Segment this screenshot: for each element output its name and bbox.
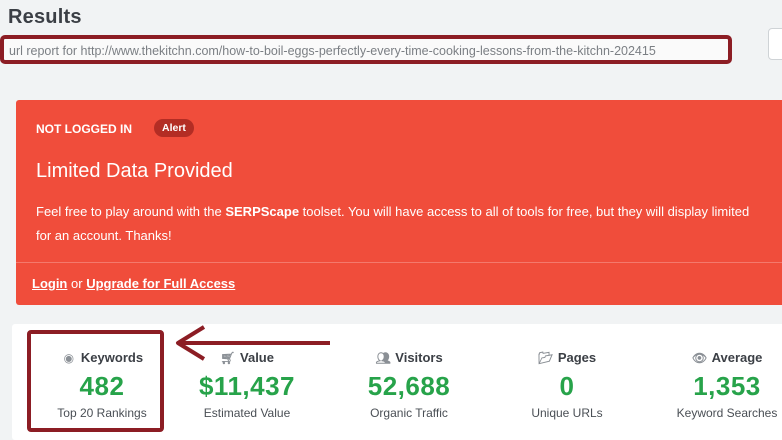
stat-value: 1,353 [693, 371, 761, 401]
or-text: or [71, 276, 83, 291]
upgrade-link[interactable]: Upgrade for Full Access [86, 276, 235, 291]
alert-heading: NOT LOGGED IN [36, 122, 132, 136]
stat-label: Pages [557, 350, 597, 365]
not-logged-in-alert: NOT LOGGED IN Alert Limited Data Provide… [16, 100, 782, 305]
url-report-highlight: url report for http://www.thekitchn.com/… [0, 35, 732, 64]
login-link[interactable]: Login [32, 276, 67, 291]
alert-links: Login or Upgrade for Full Access [32, 276, 235, 291]
stat-visitors[interactable]: 👥︎ Visitors 52,688 Organic Traffic [344, 324, 474, 420]
folder-icon: 📂︎ [538, 351, 554, 365]
alert-badge: Alert [154, 119, 194, 137]
stat-label: Visitors [395, 350, 443, 365]
alert-title: Limited Data Provided [36, 160, 233, 182]
side-button[interactable] [768, 28, 782, 60]
arrow-annotation-icon [176, 325, 330, 361]
users-icon: 👥︎ [375, 351, 391, 365]
stat-label: Average [711, 350, 763, 365]
alert-description: Feel free to play around with the SERPSc… [36, 200, 782, 248]
stat-sub: Unique URLs [531, 406, 603, 420]
stat-pages[interactable]: 📂︎ Pages 0 Unique URLs [502, 324, 632, 420]
url-report-text: url report for http://www.thekitchn.com/… [9, 44, 656, 58]
stat-sub: Organic Traffic [370, 406, 448, 420]
stat-value: 0 [559, 371, 575, 401]
alert-desc-text-2: toolset. You will have access to all of … [299, 204, 750, 219]
stat-average[interactable]: 👁︎ Average 1,353 Keyword Searches [662, 324, 782, 420]
brand-name: SERPScape [225, 204, 300, 219]
alert-desc-text: Feel free to play around with the [36, 204, 226, 219]
page-title: Results [8, 6, 82, 28]
keywords-highlight [27, 330, 164, 432]
stat-value: $11,437 [198, 371, 296, 401]
alert-desc-line2: for an account. Thanks! [36, 228, 172, 243]
stat-sub: Estimated Value [203, 406, 291, 420]
alert-divider [16, 262, 782, 263]
eye-icon: 👁︎ [691, 351, 708, 365]
stat-sub: Keyword Searches [676, 406, 778, 420]
stat-value: 52,688 [367, 371, 451, 401]
